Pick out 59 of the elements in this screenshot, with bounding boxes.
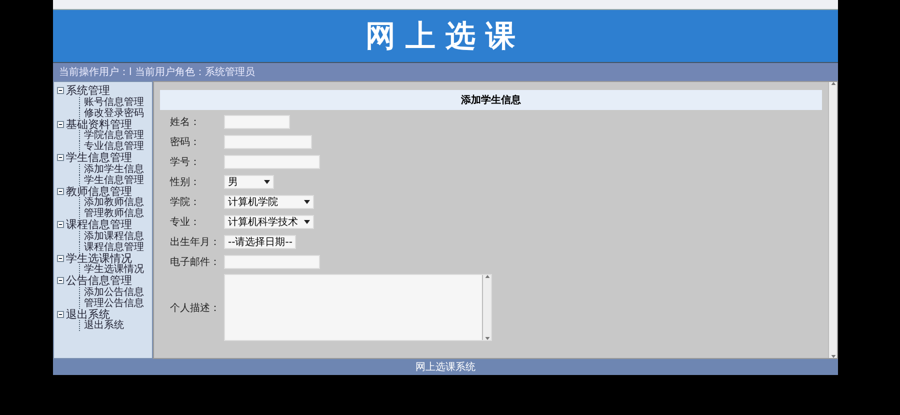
sidebar-item[interactable]: 学生选课情况: [79, 264, 152, 275]
scrollbar[interactable]: [828, 82, 837, 358]
sidebar-item[interactable]: 添加学生信息: [79, 164, 152, 174]
sidebar-group[interactable]: 公告信息管理: [66, 275, 132, 286]
sidebar-group[interactable]: 基础资料管理: [66, 118, 132, 130]
sidebar-item[interactable]: 学生信息管理: [79, 174, 152, 186]
sidebar-group[interactable]: 教师信息管理: [66, 186, 132, 197]
sidebar-item[interactable]: 添加教师信息: [79, 197, 152, 208]
collapse-icon[interactable]: [57, 87, 64, 94]
sidebar-item[interactable]: 添加公告信息: [79, 286, 152, 298]
collapse-icon[interactable]: [57, 188, 64, 195]
select-field[interactable]: 计算机学院: [224, 194, 314, 208]
collapse-icon[interactable]: [57, 310, 64, 318]
sidebar-item[interactable]: 管理公告信息: [79, 298, 152, 308]
sidebar-item[interactable]: 修改登录密码: [79, 108, 152, 118]
scrollbar[interactable]: [482, 275, 491, 340]
field-label: 学院：: [170, 196, 201, 208]
user-info: 当前操作用户：l 当前用户角色：系统管理员: [59, 66, 255, 79]
collapse-icon[interactable]: [57, 254, 64, 262]
select-field[interactable]: 计算机科学技术: [224, 214, 314, 228]
field-label: 密码：: [170, 136, 201, 148]
field-label: 学号：: [170, 156, 201, 168]
sidebar-item[interactable]: 课程信息管理: [79, 242, 152, 252]
collapse-icon[interactable]: [57, 221, 64, 228]
sidebar-item[interactable]: 添加课程信息: [79, 230, 152, 242]
site-title: 网上选课: [366, 18, 526, 56]
scroll-down-icon[interactable]: [484, 337, 490, 340]
date-field[interactable]: --请选择日期--: [224, 234, 296, 248]
input-field[interactable]: [224, 134, 312, 148]
field-label: 出生年月：: [170, 236, 221, 248]
select-field[interactable]: 男: [224, 174, 274, 188]
sidebar-group[interactable]: 系统管理: [66, 85, 110, 96]
caret-icon: [264, 180, 270, 184]
input-field[interactable]: [224, 154, 320, 168]
field-label: 个人描述：: [170, 302, 221, 314]
sidebar-item[interactable]: 管理教师信息: [79, 208, 152, 219]
sidebar-item[interactable]: 退出系统: [79, 320, 152, 331]
sidebar-item[interactable]: 学院信息管理: [79, 130, 152, 141]
field-label: 电子邮件：: [170, 256, 221, 268]
sidebar-item[interactable]: 专业信息管理: [79, 141, 152, 152]
input-field[interactable]: [224, 254, 320, 268]
sidebar-group[interactable]: 学生信息管理: [66, 152, 132, 164]
field-label: 姓名：: [170, 116, 201, 128]
collapse-icon[interactable]: [57, 154, 64, 162]
scroll-up-icon[interactable]: [484, 275, 490, 278]
field-label: 性别：: [170, 176, 201, 188]
sidebar-group[interactable]: 退出系统: [66, 308, 110, 320]
input-field[interactable]: [224, 114, 290, 128]
field-label: 专业：: [170, 216, 201, 228]
caret-icon: [304, 200, 310, 204]
caret-icon: [304, 220, 310, 224]
textarea-field[interactable]: [224, 274, 492, 341]
collapse-icon[interactable]: [57, 120, 64, 128]
footer-text: 网上选课系统: [416, 360, 476, 374]
sidebar-item[interactable]: 账号信息管理: [79, 96, 152, 108]
sidebar-group[interactable]: 学生选课情况: [66, 252, 132, 264]
sidebar-group[interactable]: 课程信息管理: [66, 219, 132, 230]
collapse-icon[interactable]: [57, 277, 64, 284]
form-title: 添加学生信息: [461, 94, 521, 107]
